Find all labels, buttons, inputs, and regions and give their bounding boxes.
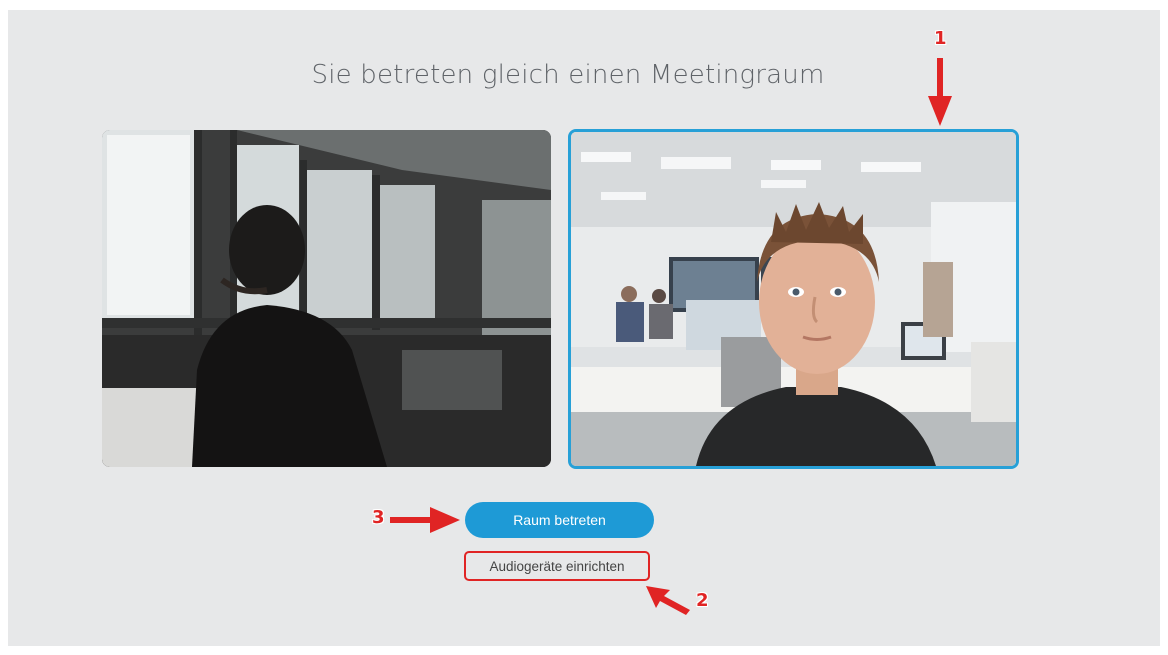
local-video-frame xyxy=(571,132,1016,466)
page-title: Sie betreten gleich einen Meetingraum xyxy=(311,60,825,90)
callout-arrow-2-icon xyxy=(646,586,690,615)
callout-number-3: 3 xyxy=(372,507,385,528)
setup-audio-devices-link[interactable]: Audiogeräte einrichten xyxy=(464,551,650,581)
remote-video-tile xyxy=(102,130,551,467)
callout-number-2: 2 xyxy=(696,590,709,611)
callout-number-1: 1 xyxy=(934,28,947,49)
callout-arrow-3-icon xyxy=(390,507,460,533)
meeting-lobby: Sie betreten gleich einen Meetingraum Ra… xyxy=(8,10,1160,646)
remote-video-frame xyxy=(102,130,551,467)
join-room-button[interactable]: Raum betreten xyxy=(465,502,654,538)
setup-audio-devices-label: Audiogeräte einrichten xyxy=(489,558,625,574)
local-video-tile xyxy=(568,129,1019,469)
callout-arrow-1-icon xyxy=(928,58,952,126)
